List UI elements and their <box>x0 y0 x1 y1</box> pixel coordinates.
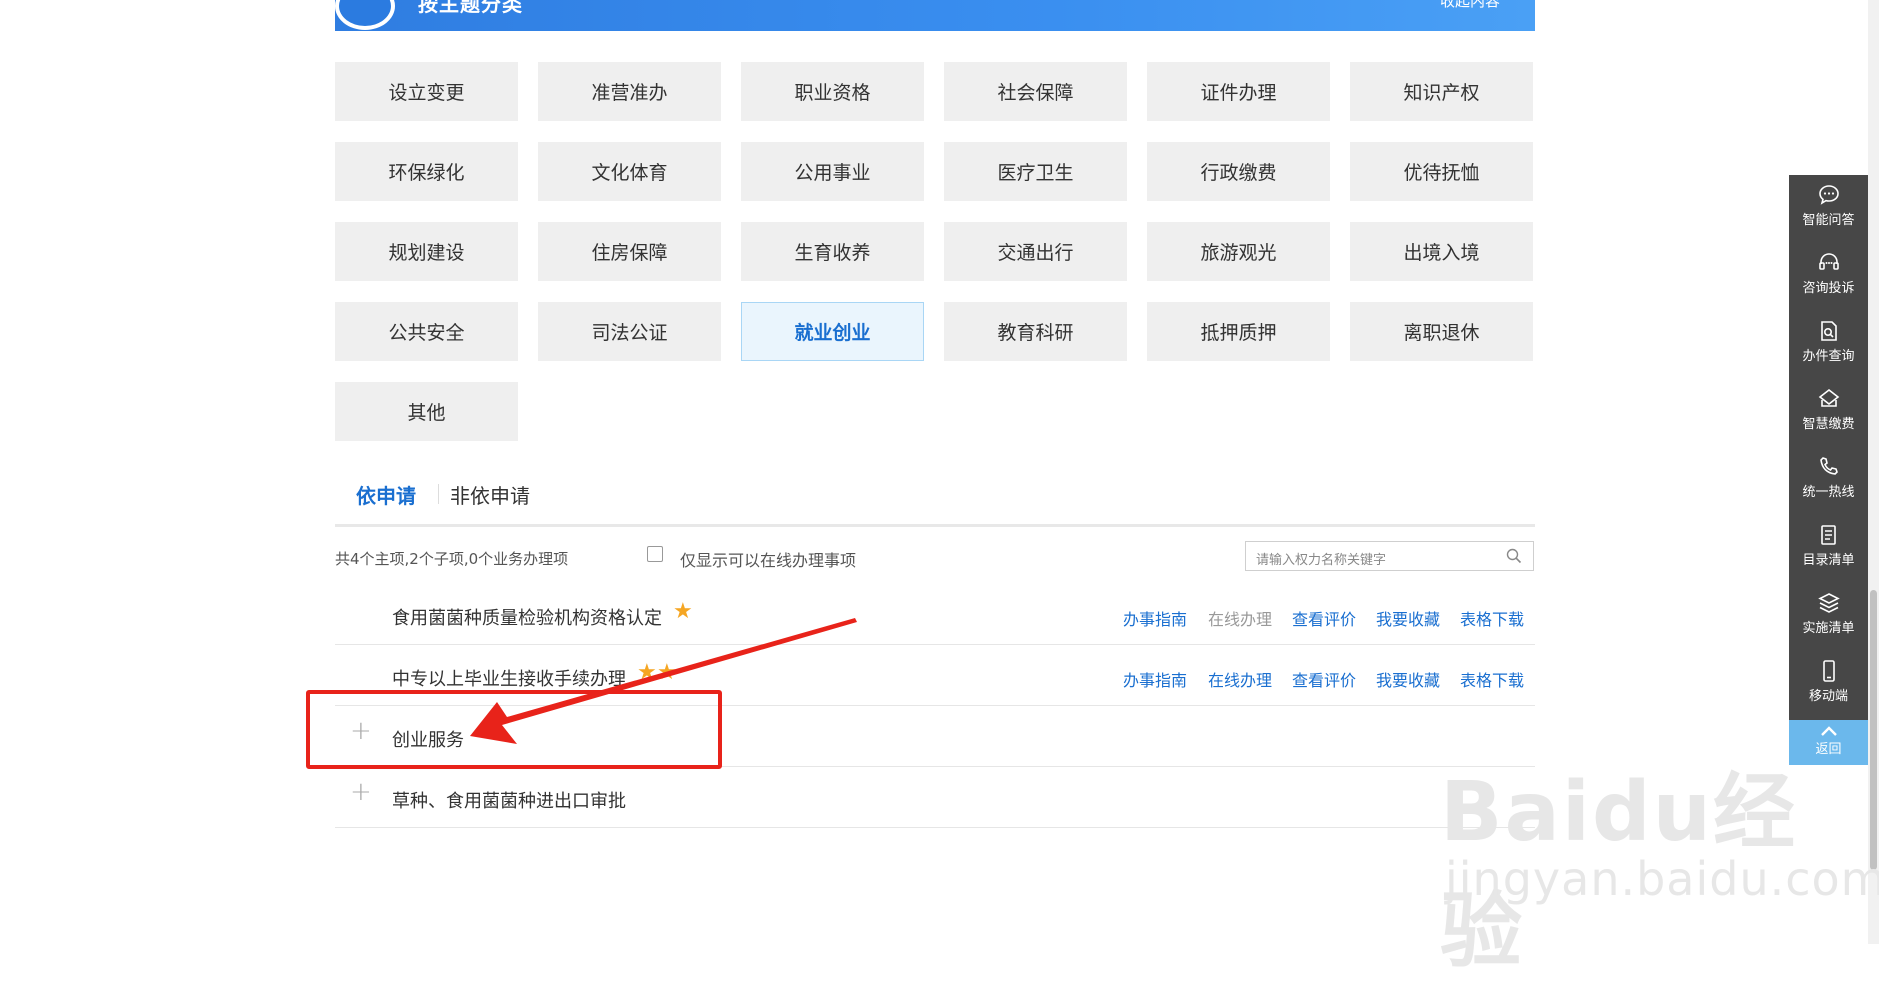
list-icon <box>1820 525 1836 545</box>
sidebar-item-consult[interactable]: 咨询投诉 <box>1789 243 1868 311</box>
sidebar-item-query[interactable]: 办件查询 <box>1789 311 1868 379</box>
sidebar-item-implementation[interactable]: 实施清单 <box>1789 583 1868 651</box>
sidebar-item-hotline[interactable]: 统一热线 <box>1789 447 1868 515</box>
sidebar-item-catalog[interactable]: 目录清单 <box>1789 515 1868 583</box>
headset-icon <box>1818 253 1839 270</box>
sidebar-item-smart-qa[interactable]: 智能问答 <box>1789 175 1868 243</box>
sidebar-label: 统一热线 <box>1802 485 1855 500</box>
layers-icon <box>1817 593 1840 613</box>
sidebar-label: 目录清单 <box>1802 553 1855 568</box>
mobile-icon <box>1822 660 1835 682</box>
sidebar-label: 智能问答 <box>1802 213 1855 228</box>
sidebar-label: 移动端 <box>1808 689 1848 704</box>
sidebar-label: 办件查询 <box>1802 349 1855 364</box>
phone-icon <box>1819 457 1838 475</box>
sidebar-item-mobile[interactable]: 移动端 <box>1789 651 1868 719</box>
sidebar-item-payment[interactable]: 智慧缴费 <box>1789 379 1868 447</box>
floating-sidebar: 智能问答 咨询投诉 办件查询 智慧缴费 统一热线 目录清单 实施清单 移动端 <box>1789 175 1868 765</box>
sidebar-label: 咨询投诉 <box>1802 281 1855 296</box>
sidebar-label: 智慧缴费 <box>1802 417 1855 432</box>
sidebar-label: 实施清单 <box>1802 621 1855 636</box>
chevron-up-icon <box>1820 726 1837 736</box>
document-search-icon <box>1820 321 1837 341</box>
chat-bubble-icon <box>1818 185 1839 205</box>
payment-icon <box>1818 388 1839 407</box>
watermark-url: jingyan.baidu.com <box>1445 852 1879 906</box>
